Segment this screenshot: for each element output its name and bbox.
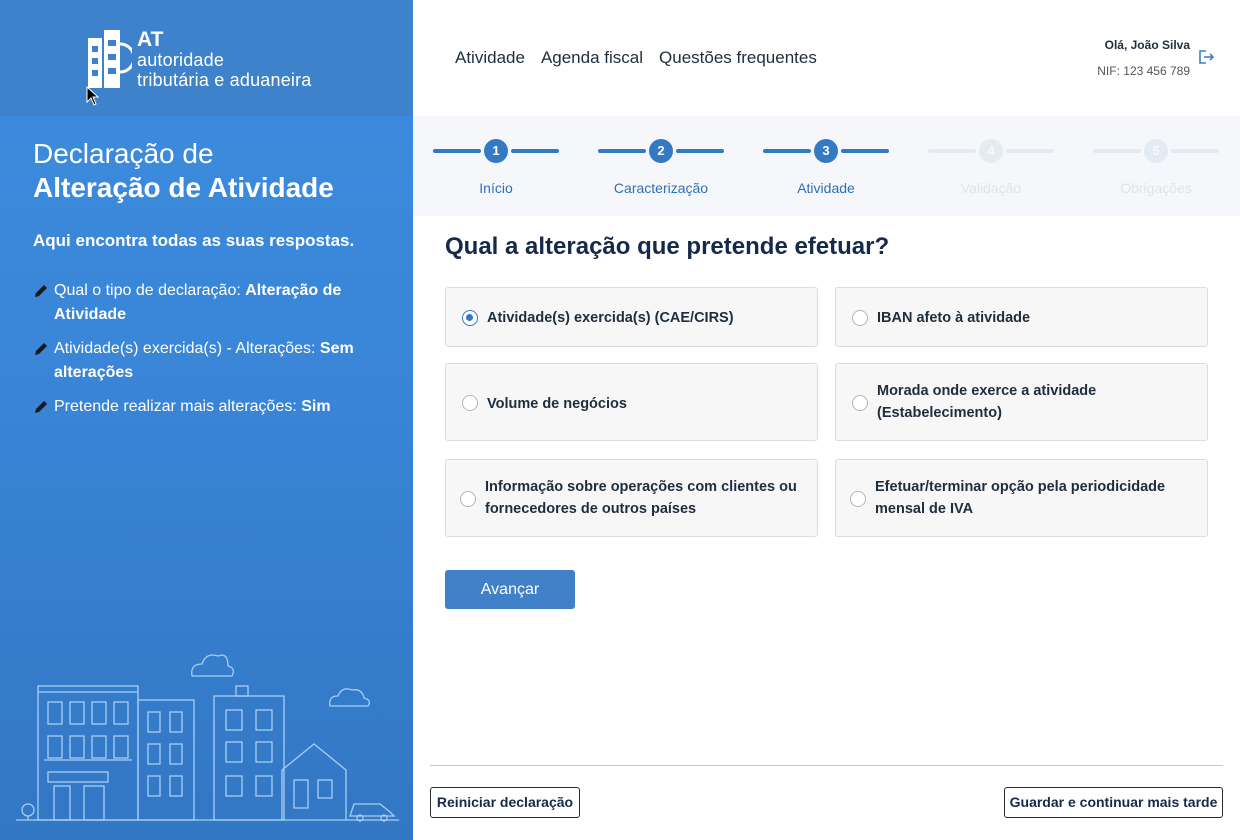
brand-name[interactable]: AT autoridade tributária e aduaneira [137, 28, 312, 90]
step-number: 3 [814, 139, 838, 163]
step-line [598, 149, 646, 153]
step-caracterizacao[interactable]: 2 Caracterização [578, 116, 743, 216]
step-atividade[interactable]: 3 Atividade [743, 116, 908, 216]
step-line [1006, 149, 1054, 153]
step-number: 1 [484, 139, 508, 163]
option-label: Informação sobre operações com clientes … [485, 479, 797, 517]
answer-item[interactable]: Atividade(s) exercida(s) - Alterações: S… [33, 337, 393, 385]
user-nif: NIF: 123 456 789 [1097, 64, 1190, 78]
step-line [763, 149, 811, 153]
option-periodicidade-iva[interactable]: Efetuar/terminar opção pela periodicidad… [835, 459, 1208, 537]
step-line [1093, 149, 1141, 153]
pencil-icon [35, 401, 47, 413]
answer-item[interactable]: Pretende realizar mais alterações: Sim [33, 395, 393, 419]
option-label: Efetuar/terminar opção pela periodicidad… [875, 479, 1166, 517]
progress-stepper: 1 Início 2 Caracterização 3 Atividade 4 … [413, 116, 1240, 216]
brand-short: AT [137, 28, 164, 51]
answer-question: Qual o tipo de declaração: [54, 282, 241, 299]
radio-button[interactable] [462, 310, 478, 326]
step-line [1171, 149, 1219, 153]
step-obrigacoes: 5 Obrigações [1073, 116, 1238, 216]
step-number: 4 [979, 139, 1003, 163]
option-volume-negocios[interactable]: Volume de negócios [445, 363, 818, 441]
answer-item[interactable]: Qual o tipo de declaração: Alteração de … [33, 279, 393, 327]
user-greeting: Olá, João Silva [1104, 38, 1190, 52]
at-logo-icon[interactable] [86, 26, 132, 90]
brand-line1: autoridade [137, 50, 225, 70]
city-illustration [16, 654, 399, 822]
option-atividades-exercidas[interactable]: Atividade(s) exercida(s) (CAE/CIRS) [445, 287, 818, 347]
sidebar-panel: AT autoridade tributária e aduaneira Dec… [0, 0, 413, 840]
option-label: Atividade(s) exercida(s) (CAE/CIRS) [487, 310, 734, 326]
option-label: Volume de negócios [487, 396, 627, 412]
answer-value: Sim [301, 398, 331, 415]
radio-button[interactable] [850, 491, 866, 507]
option-label: Morada onde exerce a atividade (Estabele… [877, 383, 1097, 421]
step-line [841, 149, 889, 153]
brand-line2: tributária e aduaneira [137, 70, 312, 90]
option-iban[interactable]: IBAN afeto à atividade [835, 287, 1208, 347]
nav-item-atividade[interactable]: Atividade [455, 48, 525, 68]
question-title: Qual a alteração que pretende efetuar? [445, 233, 890, 260]
step-label: Validação [960, 180, 1022, 196]
step-number: 2 [649, 139, 673, 163]
answers-list: Qual o tipo de declaração: Alteração de … [33, 279, 393, 429]
step-number: 5 [1144, 139, 1168, 163]
avancar-button[interactable]: Avançar [445, 570, 575, 609]
logout-icon[interactable] [1197, 48, 1215, 66]
mouse-cursor-icon [86, 86, 100, 106]
step-label: Atividade [797, 180, 855, 196]
declaration-title-line1: Declaração de [33, 138, 214, 169]
logo-bar: AT autoridade tributária e aduaneira [0, 0, 413, 116]
radio-button[interactable] [462, 395, 478, 411]
step-line [433, 149, 481, 153]
pencil-icon [35, 343, 47, 355]
nav-item-questoes-frequentes[interactable]: Questões frequentes [659, 48, 817, 68]
pencil-icon [35, 285, 47, 297]
top-navigation: Atividade Agenda fiscal Questões frequen… [455, 48, 817, 68]
footer-divider [430, 765, 1223, 766]
step-label: Caracterização [613, 180, 709, 196]
option-morada[interactable]: Morada onde exerce a atividade (Estabele… [835, 363, 1208, 441]
radio-button[interactable] [852, 395, 868, 411]
nav-item-agenda-fiscal[interactable]: Agenda fiscal [541, 48, 643, 68]
answer-question: Atividade(s) exercida(s) - Alterações: [54, 340, 316, 357]
step-line [928, 149, 976, 153]
step-validacao: 4 Validação [908, 116, 1073, 216]
radio-button[interactable] [852, 310, 868, 326]
answers-heading: Aqui encontra todas as suas respostas. [33, 231, 355, 250]
declaration-title: Declaração de Alteração de Atividade [33, 137, 334, 205]
radio-button[interactable] [460, 491, 476, 507]
step-line [676, 149, 724, 153]
answer-question: Pretende realizar mais alterações: [54, 398, 297, 415]
option-operacoes-estrangeiro[interactable]: Informação sobre operações com clientes … [445, 459, 818, 537]
option-label: IBAN afeto à atividade [877, 310, 1031, 326]
step-label: Obrigações [1120, 180, 1192, 196]
guardar-continuar-button[interactable]: Guardar e continuar mais tarde [1004, 787, 1223, 818]
reiniciar-declaracao-button[interactable]: Reiniciar declaração [430, 787, 580, 818]
declaration-title-line2: Alteração de Atividade [33, 172, 334, 203]
step-label: Início [479, 180, 513, 196]
step-line [511, 149, 559, 153]
step-inicio[interactable]: 1 Início [413, 116, 578, 216]
user-info: Olá, João Silva NIF: 123 456 789 [1097, 37, 1190, 79]
